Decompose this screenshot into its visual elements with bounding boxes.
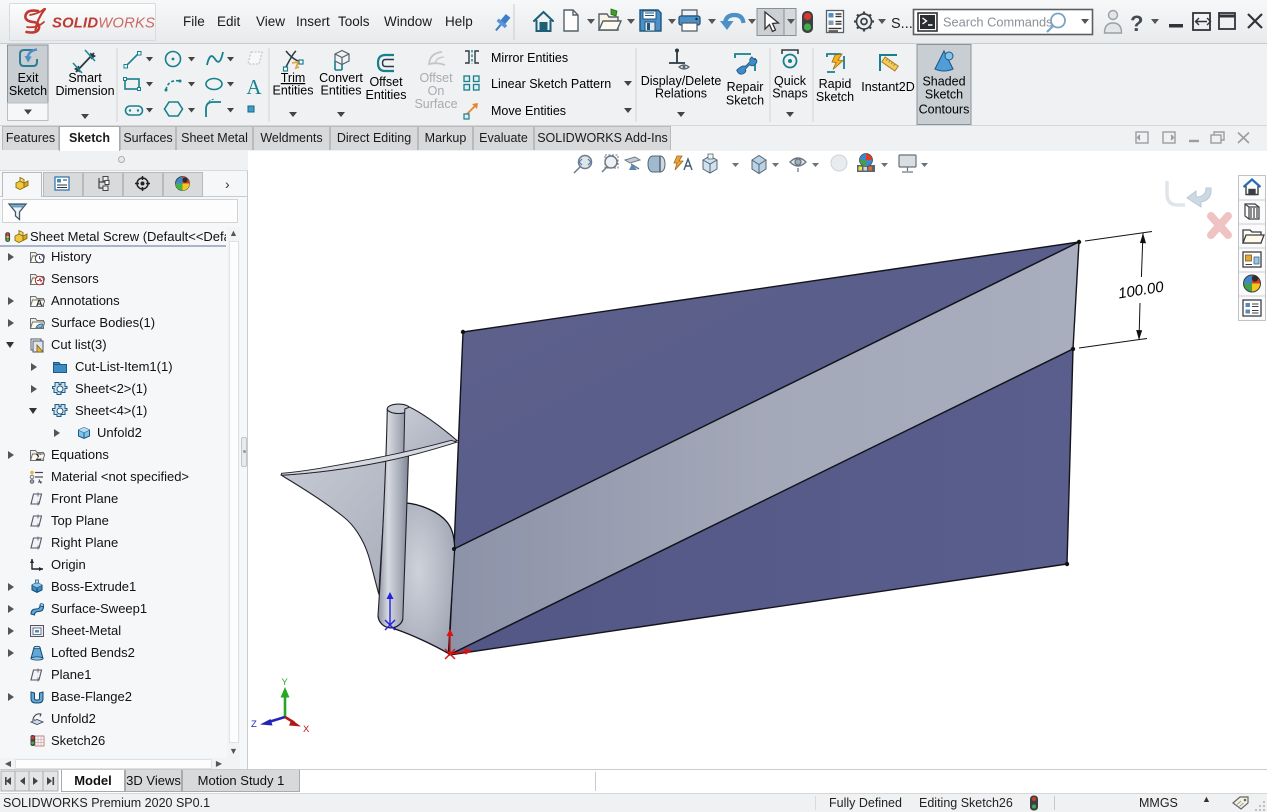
svg-text:Linear Sketch Pattern: Linear Sketch Pattern <box>491 77 611 91</box>
svg-text:Sketch: Sketch <box>925 88 963 102</box>
svg-text:Exit: Exit <box>18 71 39 85</box>
svg-text:Relations: Relations <box>655 87 707 101</box>
svg-text:Y: Y <box>282 677 289 688</box>
svg-text:Smart: Smart <box>68 71 102 85</box>
svg-text:Shaded: Shaded <box>922 75 965 89</box>
svg-text:Offset: Offset <box>369 75 403 89</box>
svg-text:Mirror Entities: Mirror Entities <box>491 51 568 65</box>
svg-text:Entities: Entities <box>366 88 407 102</box>
svg-text:Offset: Offset <box>419 71 453 85</box>
svg-text:Z: Z <box>251 719 257 730</box>
svg-text:?: ? <box>1130 11 1143 36</box>
svg-text:Search Commands: Search Commands <box>943 15 1053 30</box>
svg-text:Sketch: Sketch <box>9 84 47 98</box>
svg-text:100.00: 100.00 <box>1117 278 1166 302</box>
svg-text:Instant2D: Instant2D <box>861 80 915 94</box>
svg-text:Rapid: Rapid <box>819 77 852 91</box>
svg-text:A: A <box>246 75 262 99</box>
svg-text:Contours: Contours <box>919 103 970 117</box>
svg-text:Repair: Repair <box>727 80 764 94</box>
svg-text:S...: S... <box>891 16 913 32</box>
svg-text:Sketch: Sketch <box>816 90 854 104</box>
svg-text:Snaps: Snaps <box>772 87 807 101</box>
svg-text:X: X <box>303 724 310 735</box>
svg-text:Move Entities: Move Entities <box>491 104 566 118</box>
svg-text:Dimension: Dimension <box>55 84 114 98</box>
svg-text:Surface: Surface <box>414 97 457 111</box>
svg-text:Sketch: Sketch <box>726 94 764 108</box>
svg-text:On: On <box>428 84 445 98</box>
svg-text:SOLIDWORKS: SOLIDWORKS <box>52 16 155 32</box>
svg-text:Entities: Entities <box>273 84 314 98</box>
svg-text:Entities: Entities <box>321 84 362 98</box>
